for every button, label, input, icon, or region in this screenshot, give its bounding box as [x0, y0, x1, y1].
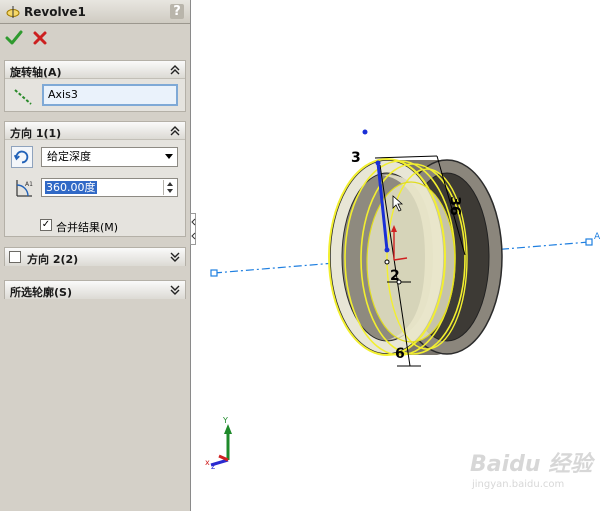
- group-header-axis[interactable]: 旋转轴(A): [5, 61, 185, 79]
- group-direction-1: 方向 1(1) 给定深度 A1 360.00度 ✓ 合并结果(M): [4, 121, 186, 237]
- svg-text:A1: A1: [25, 181, 33, 188]
- group-header-direction-1[interactable]: 方向 1(1): [5, 122, 185, 140]
- spin-up-icon[interactable]: [167, 182, 173, 186]
- ok-button[interactable]: [5, 29, 23, 47]
- panel-title: Revolve1: [24, 5, 86, 19]
- sketch-point: [375, 160, 381, 166]
- group-header-contours[interactable]: 所选轮廓(S): [5, 281, 185, 299]
- view-triad[interactable]: [210, 424, 232, 467]
- panel-header: Revolve1 ?: [0, 0, 190, 24]
- group-title-direction-2: 方向 2(2): [27, 253, 79, 266]
- spin-down-icon[interactable]: [167, 189, 173, 193]
- angle-input[interactable]: 360.00度: [41, 178, 178, 197]
- chevron-double-up-icon[interactable]: [169, 64, 181, 76]
- reverse-direction-icon[interactable]: [11, 146, 33, 168]
- angle-spinner[interactable]: [163, 180, 176, 195]
- end-condition-value: 给定深度: [47, 150, 91, 163]
- group-selected-contours: 所选轮廓(S): [4, 280, 186, 299]
- sketch-point: [384, 247, 390, 253]
- axis-endpoint-left: [210, 269, 218, 277]
- watermark-url: jingyan.baidu.com: [472, 479, 565, 490]
- chevron-double-down-icon[interactable]: [169, 284, 181, 296]
- dimension-2[interactable]: 2: [390, 268, 400, 284]
- group-header-direction-2[interactable]: 方向 2(2): [5, 248, 185, 266]
- chevron-double-up-icon[interactable]: [169, 125, 181, 137]
- angle-icon: A1: [16, 180, 33, 197]
- graphics-viewport[interactable]: 3 36 2 6 Y x z: [197, 0, 604, 511]
- cancel-button[interactable]: [31, 29, 49, 47]
- merge-result-label: 合并结果(M): [56, 221, 119, 234]
- check-icon: [5, 30, 23, 45]
- help-button[interactable]: ?: [170, 4, 184, 19]
- group-title-contours: 所选轮廓(S): [10, 286, 72, 299]
- dimension-6[interactable]: 6: [395, 346, 405, 362]
- sketch-point: [384, 259, 390, 265]
- merge-result-checkbox[interactable]: ✓: [40, 219, 52, 231]
- axis-endpoint-right: [585, 238, 593, 246]
- group-direction-2: 方向 2(2): [4, 247, 186, 266]
- angle-input-value: 360.00度: [45, 181, 97, 194]
- triad-label-y: Y: [223, 416, 228, 425]
- group-title-direction-1: 方向 1(1): [10, 127, 62, 140]
- revolve-feature-icon: [6, 6, 20, 18]
- axis-selection-field[interactable]: Axis3: [42, 84, 178, 106]
- chevron-down-icon: [165, 154, 173, 159]
- end-condition-select[interactable]: 给定深度: [41, 147, 178, 167]
- chevron-double-down-icon[interactable]: [169, 251, 181, 263]
- axis-tag: A: [594, 232, 601, 242]
- group-rotation-axis: 旋转轴(A) Axis3: [4, 60, 186, 112]
- close-icon: [33, 31, 47, 45]
- direction-2-checkbox[interactable]: [9, 251, 21, 263]
- panel-splitter-handle[interactable]: [190, 213, 196, 245]
- watermark: Baidu 经验 jingyan.baidu.com: [470, 438, 604, 498]
- triad-label-x: x: [205, 458, 210, 467]
- property-manager-panel: Revolve1 ? 旋转轴(A) Axis3 方向 1(1) 给定深度 A1 …: [0, 0, 191, 511]
- dimension-3[interactable]: 3: [351, 150, 361, 166]
- revolved-ring[interactable]: [328, 158, 503, 356]
- watermark-brand: Baidu 经验: [470, 452, 593, 477]
- axis-line-icon: [14, 89, 32, 105]
- triad-label-z: z: [211, 462, 216, 471]
- sketch-origin-marker: [362, 129, 368, 135]
- dimension-36[interactable]: 36: [447, 196, 463, 215]
- group-title-axis: 旋转轴(A): [10, 66, 62, 79]
- model-graphics[interactable]: [197, 0, 604, 511]
